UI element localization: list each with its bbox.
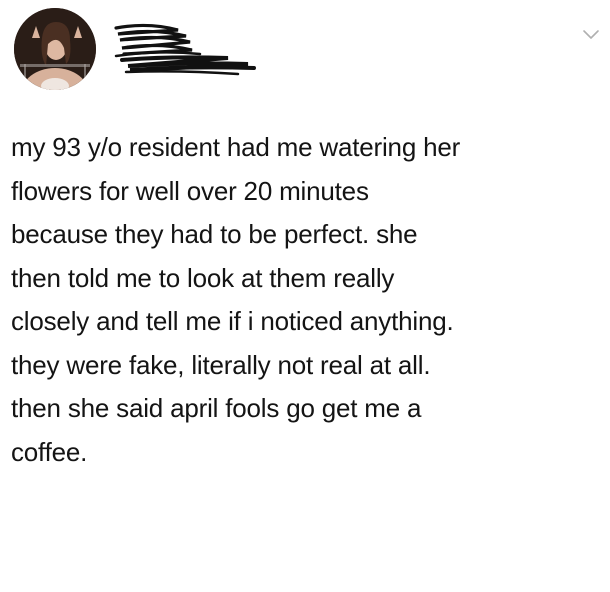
chevron-down-icon[interactable]: [582, 28, 600, 40]
tweet-text-line: closely and tell me if i noticed anythin…: [11, 306, 454, 336]
tweet-text-line: coffee.: [11, 436, 88, 467]
tweet-text: my 93 y/o resident had me watering her f…: [11, 126, 603, 474]
redacted-username: [114, 23, 256, 76]
tweet-text-line: because they had to be perfect. she: [11, 219, 418, 249]
tweet-text-line: they were fake, literally not real at al…: [11, 349, 431, 380]
tweet-text-line: then she said april fools go get me a: [11, 393, 422, 423]
avatar-photo: [14, 8, 96, 90]
tweet-text-line: flowers for well over 20 minutes: [11, 175, 369, 206]
tweet-text-line: my 93 y/o resident had me watering her: [11, 132, 461, 162]
tweet-header: [0, 0, 610, 110]
avatar[interactable]: [14, 8, 96, 90]
tweet-text-line: then told me to look at them really: [11, 262, 395, 293]
